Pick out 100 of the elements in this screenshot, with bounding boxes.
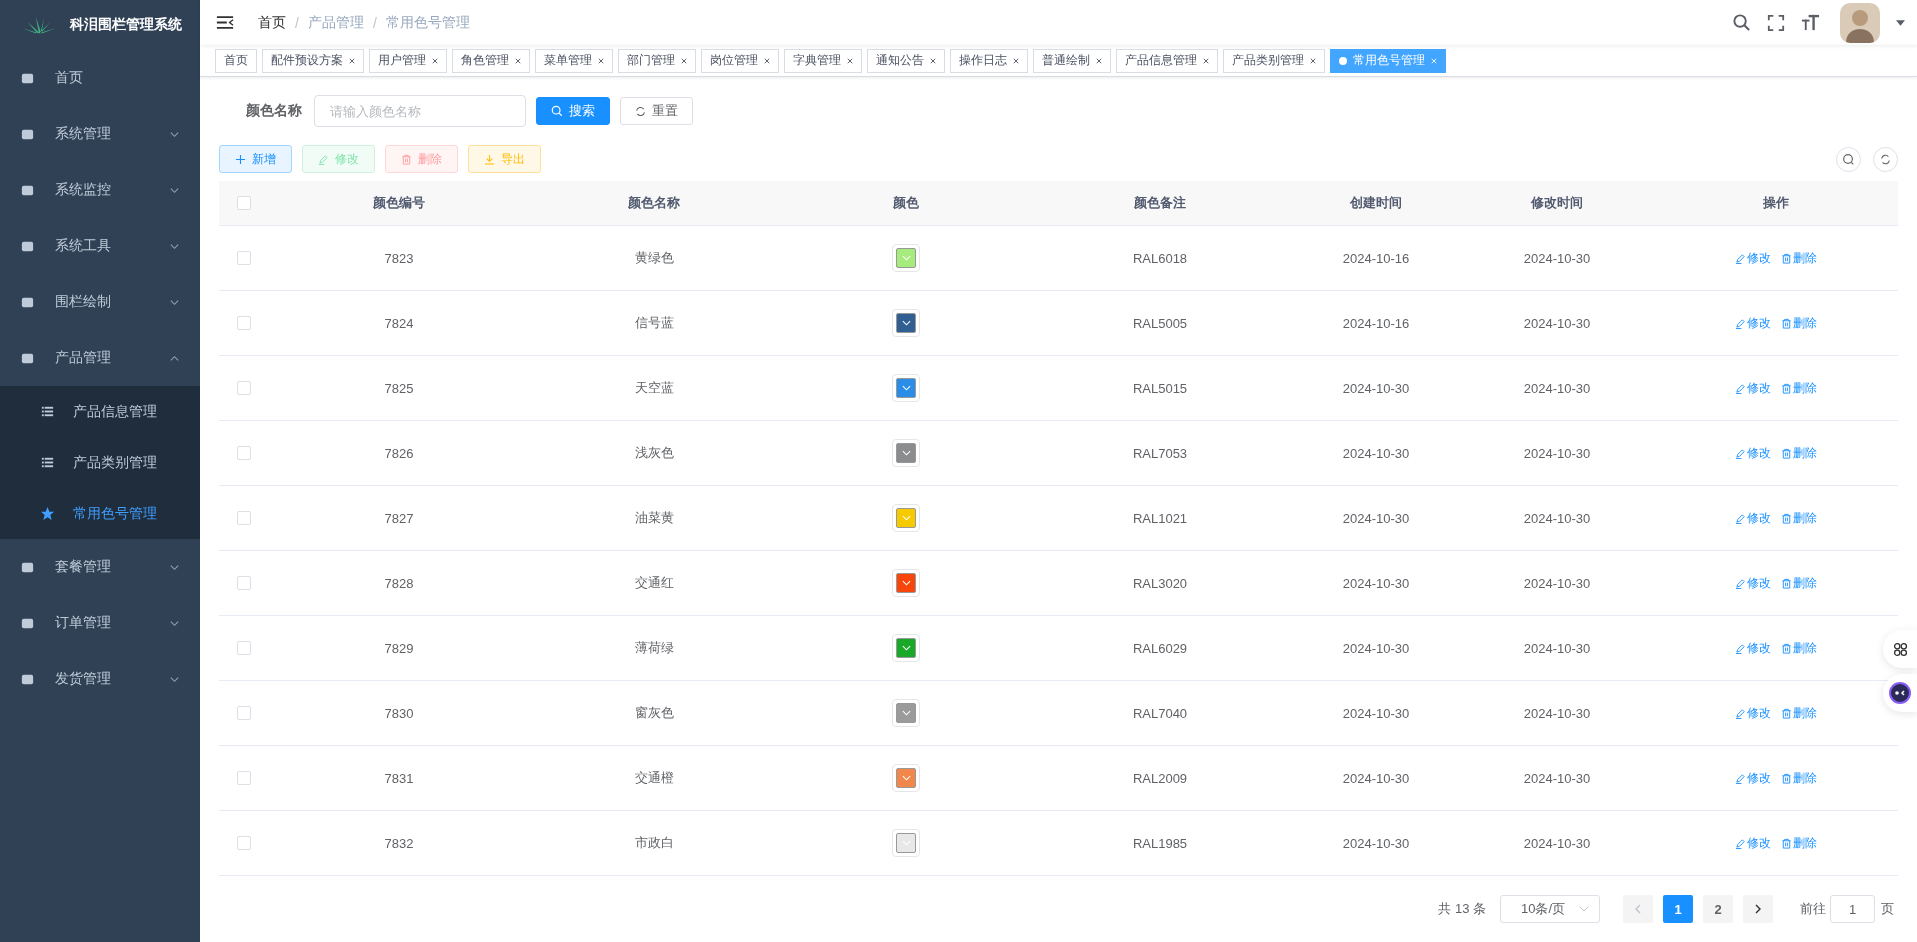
page-tab[interactable]: 字典管理 xyxy=(784,48,862,73)
submenu-item[interactable]: 常用色号管理 xyxy=(0,488,200,539)
edit-link[interactable]: 修改 xyxy=(1735,249,1771,267)
submenu-item[interactable]: 产品类别管理 xyxy=(0,437,200,488)
refresh-icon[interactable] xyxy=(1873,146,1898,172)
font-size-icon[interactable] xyxy=(1801,13,1820,33)
row-checkbox[interactable] xyxy=(237,511,251,525)
page-tab[interactable]: 岗位管理 xyxy=(701,48,779,73)
page-button[interactable]: 2 xyxy=(1703,895,1733,923)
delete-link[interactable]: 删除 xyxy=(1781,379,1817,397)
table-cell-text: 薄荷绿 xyxy=(633,639,675,657)
row-checkbox[interactable] xyxy=(237,706,251,720)
page-button[interactable]: 1 xyxy=(1663,895,1693,923)
avatar[interactable] xyxy=(1840,2,1880,43)
close-icon[interactable] xyxy=(598,57,604,64)
menu-item[interactable]: 套餐管理 xyxy=(0,539,200,595)
close-icon[interactable] xyxy=(681,57,687,64)
close-icon[interactable] xyxy=(1013,57,1019,64)
delete-link[interactable]: 删除 xyxy=(1781,704,1817,722)
app-grid-button[interactable] xyxy=(1883,630,1917,668)
edit-link[interactable]: 修改 xyxy=(1735,769,1771,787)
delete-link[interactable]: 删除 xyxy=(1781,834,1817,852)
page-tab[interactable]: 角色管理 xyxy=(452,48,530,73)
search-icon[interactable] xyxy=(1732,13,1751,33)
row-checkbox[interactable] xyxy=(237,641,251,655)
row-checkbox[interactable] xyxy=(237,576,251,590)
edit-link[interactable]: 修改 xyxy=(1735,704,1771,722)
page-tab[interactable]: 部门管理 xyxy=(618,48,696,73)
fullscreen-icon[interactable] xyxy=(1767,13,1785,32)
select-all-checkbox[interactable] xyxy=(237,196,251,210)
page-tab[interactable]: 菜单管理 xyxy=(535,48,613,73)
page-tab[interactable]: 通知公告 xyxy=(867,48,945,73)
edit-link[interactable]: 修改 xyxy=(1735,314,1771,332)
chevron-down-icon xyxy=(1579,906,1589,912)
pencil-icon xyxy=(1735,837,1746,849)
next-page-button[interactable] xyxy=(1743,895,1773,923)
close-icon[interactable] xyxy=(930,57,936,64)
table-cell-text: 信号蓝 xyxy=(633,314,675,332)
menu-item[interactable]: 系统管理 xyxy=(0,106,200,162)
page-tab[interactable]: 操作日志 xyxy=(950,48,1028,73)
edit-link[interactable]: 修改 xyxy=(1735,834,1771,852)
close-icon[interactable] xyxy=(515,57,521,64)
menu-item[interactable]: 订单管理 xyxy=(0,595,200,651)
close-icon[interactable] xyxy=(1096,57,1102,64)
row-checkbox[interactable] xyxy=(237,381,251,395)
close-icon[interactable] xyxy=(764,57,770,64)
delete-link[interactable]: 删除 xyxy=(1781,314,1817,332)
menu-item[interactable]: 围栏绘制 xyxy=(0,274,200,330)
delete-link[interactable]: 删除 xyxy=(1781,769,1817,787)
close-icon[interactable] xyxy=(847,57,853,64)
row-checkbox[interactable] xyxy=(237,771,251,785)
toolbar-button[interactable]: 新增 xyxy=(219,145,292,173)
submenu-item[interactable]: 产品信息管理 xyxy=(0,386,200,437)
table-cell-text: 窗灰色 xyxy=(633,704,675,722)
delete-link[interactable]: 删除 xyxy=(1781,444,1817,462)
page-size-select[interactable]: 10条/页 xyxy=(1500,895,1600,923)
edit-link[interactable]: 修改 xyxy=(1735,509,1771,527)
close-icon[interactable] xyxy=(349,57,355,64)
app-title: 科泪围栏管理系统 xyxy=(70,16,182,34)
page-tab[interactable]: 产品信息管理 xyxy=(1116,48,1218,73)
edit-link[interactable]: 修改 xyxy=(1735,444,1771,462)
menu-item[interactable]: 系统监控 xyxy=(0,162,200,218)
reset-button[interactable]: 重置 xyxy=(620,97,693,125)
row-checkbox[interactable] xyxy=(237,446,251,460)
menu-item[interactable]: 系统工具 xyxy=(0,218,200,274)
menu-item[interactable]: 产品管理 xyxy=(0,330,200,386)
row-checkbox[interactable] xyxy=(237,836,251,850)
table-cell-text: 2024-10-30 xyxy=(1341,445,1411,461)
delete-link[interactable]: 删除 xyxy=(1781,509,1817,527)
edit-link[interactable]: 修改 xyxy=(1735,574,1771,592)
caret-icon[interactable] xyxy=(1896,19,1905,26)
table-cell-text: 2024-10-30 xyxy=(1522,380,1592,396)
search-button[interactable]: 搜索 xyxy=(536,97,610,125)
delete-link[interactable]: 删除 xyxy=(1781,574,1817,592)
page-input[interactable]: 1 xyxy=(1830,895,1875,923)
delete-link[interactable]: 删除 xyxy=(1781,249,1817,267)
page-tab[interactable]: 产品类别管理 xyxy=(1223,48,1325,73)
page-tab[interactable]: 首页 xyxy=(215,48,257,73)
close-icon[interactable] xyxy=(1203,57,1209,64)
page-tab[interactable]: 配件预设方案 xyxy=(262,48,364,73)
edit-link[interactable]: 修改 xyxy=(1735,639,1771,657)
pencil-icon xyxy=(318,153,329,165)
menu-item[interactable]: 首页 xyxy=(0,50,200,106)
breadcrumb-item[interactable]: 首页 xyxy=(258,13,286,32)
edit-link[interactable]: 修改 xyxy=(1735,379,1771,397)
close-icon[interactable] xyxy=(1310,57,1316,64)
row-checkbox[interactable] xyxy=(237,316,251,330)
page-tab[interactable]: 用户管理 xyxy=(369,48,447,73)
delete-link[interactable]: 删除 xyxy=(1781,639,1817,657)
search-icon[interactable] xyxy=(1836,146,1861,172)
color-name-input[interactable]: 请输入颜色名称 xyxy=(314,95,526,127)
breadcrumb-separator: / xyxy=(372,14,377,31)
assistant-button[interactable] xyxy=(1883,674,1917,712)
close-icon[interactable] xyxy=(432,57,438,64)
menu-item[interactable]: 发货管理 xyxy=(0,651,200,707)
table-cell-text: 2024-10-30 xyxy=(1522,770,1592,786)
page-tab[interactable]: 普通绘制 xyxy=(1033,48,1111,73)
chevron-down-icon xyxy=(901,255,911,261)
row-checkbox[interactable] xyxy=(237,251,251,265)
menu-toggle-icon[interactable] xyxy=(216,15,234,31)
